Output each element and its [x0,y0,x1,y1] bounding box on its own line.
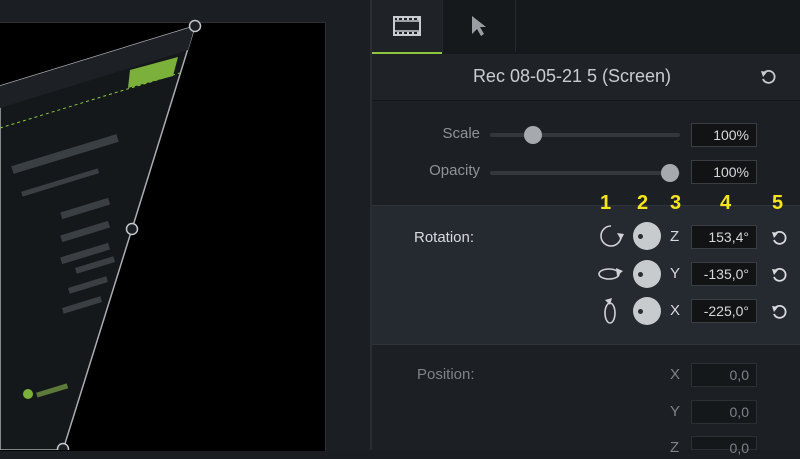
opacity-field[interactable]: 100% [691,160,757,184]
rotation-x-knob[interactable] [633,297,661,325]
rotation-section: Rotation: 1 2 3 4 5 Z 153,4° Y -135,0° X… [372,192,800,345]
rotated-clip-preview[interactable] [0,0,370,450]
marker-4: 4 [720,192,732,214]
clip-green-badge [23,389,33,399]
marker-1: 1 [600,192,612,214]
rotation-y-field[interactable]: -135,0° [691,262,757,286]
rotation-label: Rotation: [414,229,475,246]
reset-all-icon[interactable] [760,69,776,85]
rotation-y-reset-icon[interactable] [771,267,787,283]
opacity-label: Opacity [429,162,480,179]
canvas-area [0,0,370,451]
properties-tabs [372,0,800,54]
clip-title-bar: Rec 08-05-21 5 (Screen) [372,54,800,101]
tab-visual-properties[interactable] [372,0,442,54]
rotate-x-icon[interactable] [596,296,626,326]
corner-handle [188,19,202,33]
clip-title: Rec 08-05-21 5 (Screen) [472,66,672,86]
position-z-field[interactable]: 0,0 [691,436,757,456]
rotation-y-axis-label: Y [670,265,681,282]
marker-2: 2 [637,192,649,214]
scale-label: Scale [442,125,480,142]
side-handle [125,222,139,236]
rotation-x-axis-label: X [670,302,681,319]
position-label: Position: [417,366,475,383]
properties-panel: Rec 08-05-21 5 (Screen) Scale 100% Opaci… [372,0,800,456]
position-x-axis-label: X [670,366,681,383]
cursor-icon [472,16,486,36]
corner-handle [56,442,70,450]
scale-slider-thumb[interactable] [524,126,542,144]
tab-cursor-properties[interactable] [442,0,516,52]
rotation-z-axis-label: Z [670,228,680,245]
opacity-slider-track[interactable] [490,171,680,175]
rotation-z-field[interactable]: 153,4° [691,225,757,249]
scale-field[interactable]: 100% [691,123,757,147]
position-z-axis-label: Z [670,439,680,456]
rotate-z-icon[interactable] [596,221,626,251]
marker-3: 3 [670,192,682,214]
position-y-field[interactable]: 0,0 [691,400,757,424]
opacity-slider-thumb[interactable] [661,164,679,182]
rotation-z-reset-icon[interactable] [771,230,787,246]
marker-5: 5 [772,192,784,214]
rotation-x-reset-icon[interactable] [771,304,787,320]
position-y-axis-label: Y [670,403,681,420]
scale-slider-track[interactable] [490,133,680,137]
rotation-x-field[interactable]: -225,0° [691,299,757,323]
rotation-y-knob[interactable] [633,260,661,288]
rotate-y-icon[interactable] [596,259,626,289]
position-x-field[interactable]: 0,0 [691,363,757,387]
film-icon [393,16,421,36]
rotation-z-knob[interactable] [633,222,661,250]
